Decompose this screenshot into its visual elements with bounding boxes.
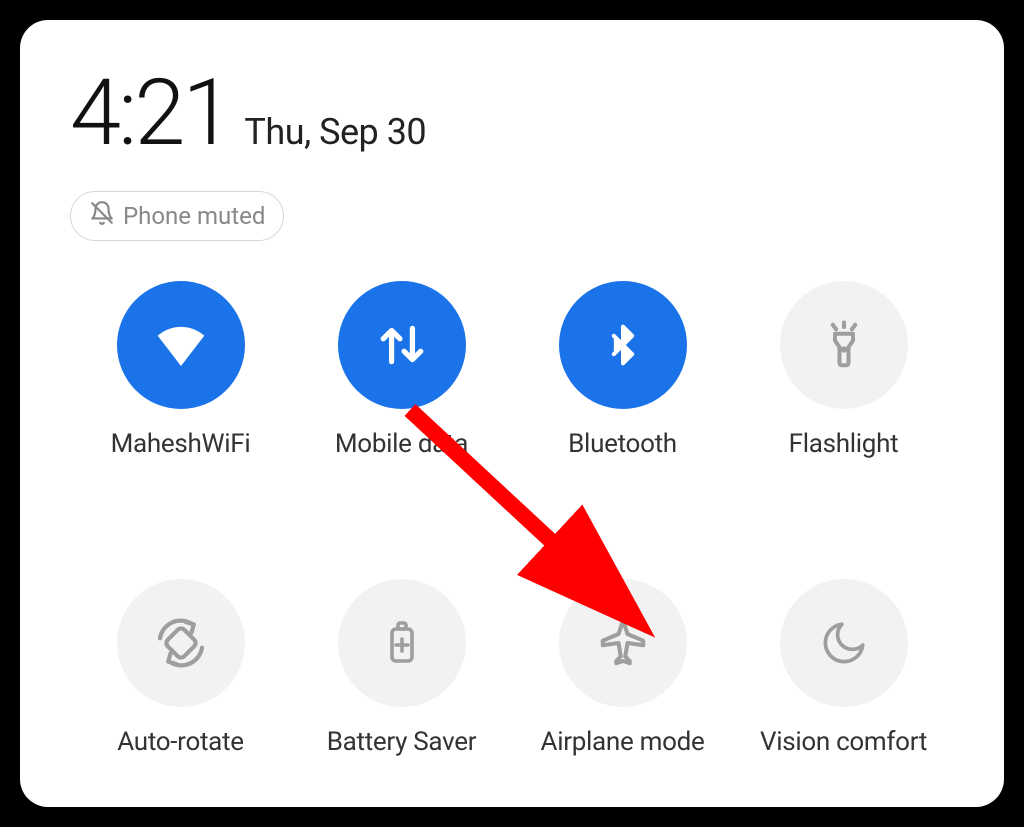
battery-saver-icon	[338, 579, 466, 707]
bell-muted-icon	[89, 200, 115, 232]
auto-rotate-icon	[117, 579, 245, 707]
quick-settings-panel: 4:21 Thu, Sep 30 Phone muted MaheshWiFi …	[20, 20, 1004, 807]
mobile-data-label: Mobile data	[335, 429, 468, 459]
battery-saver-toggle[interactable]: Battery Saver	[291, 579, 512, 757]
battery-saver-label: Battery Saver	[327, 727, 476, 757]
airplane-mode-toggle[interactable]: Airplane mode	[512, 579, 733, 757]
bluetooth-icon	[559, 281, 687, 409]
clock-time: 4:21	[70, 60, 230, 167]
chip-label: Phone muted	[123, 202, 265, 230]
bluetooth-label: Bluetooth	[568, 429, 677, 459]
vision-comfort-toggle[interactable]: Vision comfort	[733, 579, 954, 757]
auto-rotate-label: Auto-rotate	[117, 727, 243, 757]
bluetooth-toggle[interactable]: Bluetooth	[512, 281, 733, 459]
flashlight-icon	[780, 281, 908, 409]
vision-comfort-label: Vision comfort	[760, 727, 927, 757]
wifi-icon	[117, 281, 245, 409]
mobile-data-icon	[338, 281, 466, 409]
clock-date: Thu, Sep 30	[244, 111, 426, 153]
phone-muted-chip[interactable]: Phone muted	[70, 191, 284, 241]
wifi-toggle[interactable]: MaheshWiFi	[70, 281, 291, 459]
flashlight-label: Flashlight	[789, 429, 899, 459]
moon-icon	[780, 579, 908, 707]
airplane-mode-label: Airplane mode	[541, 727, 705, 757]
auto-rotate-toggle[interactable]: Auto-rotate	[70, 579, 291, 757]
quick-toggle-grid: MaheshWiFi Mobile data Bluetooth Flashli…	[70, 281, 954, 757]
airplane-icon	[559, 579, 687, 707]
mobile-data-toggle[interactable]: Mobile data	[291, 281, 512, 459]
wifi-label: MaheshWiFi	[111, 429, 251, 459]
flashlight-toggle[interactable]: Flashlight	[733, 281, 954, 459]
header: 4:21 Thu, Sep 30	[70, 60, 954, 167]
